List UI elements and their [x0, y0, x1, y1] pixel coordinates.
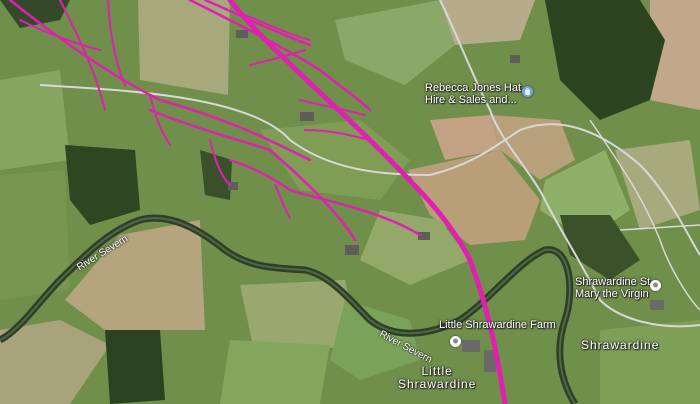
route-branch: [228, 158, 422, 237]
place-label-line: Shrawardine St: [575, 276, 651, 288]
place-label-line: Hire & Sales and...: [425, 94, 517, 106]
place-label-hamlet: Little Shrawardine: [398, 365, 476, 391]
route-branch: [19, 19, 101, 51]
place-label-farm[interactable]: Little Shrawardine Farm: [439, 319, 556, 331]
place-label-line: Mary the Virgin: [575, 288, 649, 300]
place-label-village: Shrawardine: [581, 338, 660, 352]
route-branch: [148, 108, 357, 242]
place-label-hat-shop[interactable]: Rebecca Jones Hat Hire & Sales and...: [425, 82, 521, 106]
place-pin-icon[interactable]: [450, 336, 461, 347]
shop-pin-icon[interactable]: [522, 86, 533, 97]
place-label-line: Shrawardine: [398, 377, 477, 391]
place-label-church[interactable]: Shrawardine St Mary the Virgin: [575, 276, 650, 300]
satellite-map[interactable]: Rebecca Jones Hat Hire & Sales and... Sh…: [0, 0, 700, 404]
route-branch: [209, 139, 231, 186]
route-branch: [203, 0, 312, 47]
place-label-line: Rebecca Jones Hat: [425, 82, 521, 94]
place-pin-icon[interactable]: [650, 280, 661, 291]
